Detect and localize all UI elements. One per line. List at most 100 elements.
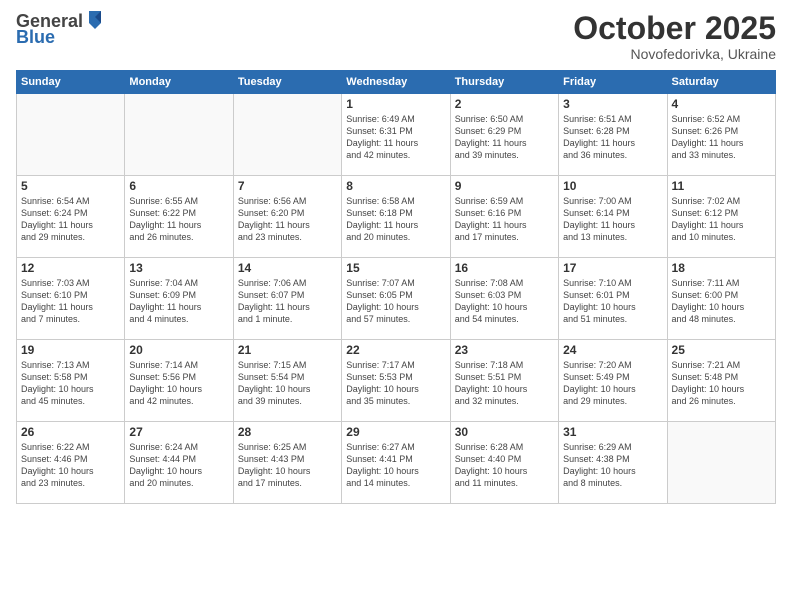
table-row: 12 Sunrise: 7:03 AM Sunset: 6:10 PM Dayli… [17,258,125,340]
day-detail: Sunrise: 6:52 AM Sunset: 6:26 PM Dayligh… [672,113,771,162]
day-detail: Sunrise: 7:06 AM Sunset: 6:07 PM Dayligh… [238,277,337,326]
month-title: October 2025 [573,12,776,44]
table-row: 11Sunrise: 7:02 AM Sunset: 6:12 PM Dayli… [667,176,775,258]
table-row: 31 Sunrise: 6:29 AM Sunset: 4:38 PM Dayli… [559,422,667,504]
header-wednesday: Wednesday [342,71,450,94]
day-number: 14 [238,261,337,275]
calendar-week-row: 12 Sunrise: 7:03 AM Sunset: 6:10 PM Dayli… [17,258,776,340]
table-row: 15 Sunrise: 7:07 AM Sunset: 6:05 PM Dayli… [342,258,450,340]
day-number: 23 [455,343,554,357]
header-tuesday: Tuesday [233,71,341,94]
table-row: 14 Sunrise: 7:06 AM Sunset: 6:07 PM Dayli… [233,258,341,340]
day-number: 24 [563,343,662,357]
table-row: 7 Sunrise: 6:56 AM Sunset: 6:20 PM Daylig… [233,176,341,258]
day-detail: Sunrise: 6:49 AM Sunset: 6:31 PM Dayligh… [346,113,445,162]
day-number: 7 [238,179,337,193]
day-number: 12 [21,261,120,275]
day-number: 18 [672,261,771,275]
day-number: 2 [455,97,554,111]
day-detail: Sunrise: 7:00 AM Sunset: 6:14 PM Dayligh… [563,195,662,244]
weekday-header-row: Sunday Monday Tuesday Wednesday Thursday… [17,71,776,94]
table-row: 25 Sunrise: 7:21 AM Sunset: 5:48 PM Dayli… [667,340,775,422]
table-row: 9 Sunrise: 6:59 AM Sunset: 6:16 PM Daylig… [450,176,558,258]
table-row: 24 Sunrise: 7:20 AM Sunset: 5:49 PM Dayli… [559,340,667,422]
header-saturday: Saturday [667,71,775,94]
day-number: 17 [563,261,662,275]
day-number: 29 [346,425,445,439]
table-row: 1 Sunrise: 6:49 AM Sunset: 6:31 PM Daylig… [342,94,450,176]
day-detail: Sunrise: 7:04 AM Sunset: 6:09 PM Dayligh… [129,277,228,326]
day-detail: Sunrise: 6:25 AM Sunset: 4:43 PM Dayligh… [238,441,337,490]
table-row: 18 Sunrise: 7:11 AM Sunset: 6:00 PM Dayli… [667,258,775,340]
day-number: 19 [21,343,120,357]
day-number: 30 [455,425,554,439]
logo: General Blue [16,12,103,48]
day-detail: Sunrise: 6:27 AM Sunset: 4:41 PM Dayligh… [346,441,445,490]
calendar-week-row: 26Sunrise: 6:22 AM Sunset: 4:46 PM Dayli… [17,422,776,504]
day-detail: Sunrise: 6:56 AM Sunset: 6:20 PM Dayligh… [238,195,337,244]
table-row: 21 Sunrise: 7:15 AM Sunset: 5:54 PM Dayli… [233,340,341,422]
page-container: General Blue October 2025 Novofedorivka,… [0,0,792,612]
day-detail: Sunrise: 7:21 AM Sunset: 5:48 PM Dayligh… [672,359,771,408]
title-section: October 2025 Novofedorivka, Ukraine [573,12,776,62]
calendar-table: Sunday Monday Tuesday Wednesday Thursday… [16,70,776,504]
day-detail: Sunrise: 7:02 AM Sunset: 6:12 PM Dayligh… [672,195,771,244]
day-number: 4 [672,97,771,111]
day-detail: Sunrise: 7:17 AM Sunset: 5:53 PM Dayligh… [346,359,445,408]
table-row: 27 Sunrise: 6:24 AM Sunset: 4:44 PM Dayli… [125,422,233,504]
day-number: 31 [563,425,662,439]
table-row: 23 Sunrise: 7:18 AM Sunset: 5:51 PM Dayli… [450,340,558,422]
day-number: 8 [346,179,445,193]
day-detail: Sunrise: 6:29 AM Sunset: 4:38 PM Dayligh… [563,441,662,490]
day-number: 16 [455,261,554,275]
day-detail: Sunrise: 7:11 AM Sunset: 6:00 PM Dayligh… [672,277,771,326]
day-number: 1 [346,97,445,111]
logo-blue: Blue [16,28,103,48]
table-row: 20Sunrise: 7:14 AM Sunset: 5:56 PM Dayli… [125,340,233,422]
day-number: 5 [21,179,120,193]
table-row: 17 Sunrise: 7:10 AM Sunset: 6:01 PM Dayli… [559,258,667,340]
day-detail: Sunrise: 6:51 AM Sunset: 6:28 PM Dayligh… [563,113,662,162]
day-detail: Sunrise: 7:03 AM Sunset: 6:10 PM Dayligh… [21,277,120,326]
day-number: 15 [346,261,445,275]
table-row [667,422,775,504]
header-monday: Monday [125,71,233,94]
day-detail: Sunrise: 6:50 AM Sunset: 6:29 PM Dayligh… [455,113,554,162]
day-number: 13 [129,261,228,275]
day-detail: Sunrise: 6:58 AM Sunset: 6:18 PM Dayligh… [346,195,445,244]
table-row: 13 Sunrise: 7:04 AM Sunset: 6:09 PM Dayli… [125,258,233,340]
day-number: 22 [346,343,445,357]
day-detail: Sunrise: 7:20 AM Sunset: 5:49 PM Dayligh… [563,359,662,408]
table-row: 29 Sunrise: 6:27 AM Sunset: 4:41 PM Dayli… [342,422,450,504]
logo-text: General Blue [16,12,103,48]
day-detail: Sunrise: 6:22 AM Sunset: 4:46 PM Dayligh… [21,441,120,490]
header-sunday: Sunday [17,71,125,94]
day-number: 9 [455,179,554,193]
day-detail: Sunrise: 6:28 AM Sunset: 4:40 PM Dayligh… [455,441,554,490]
day-detail: Sunrise: 7:15 AM Sunset: 5:54 PM Dayligh… [238,359,337,408]
table-row: 3Sunrise: 6:51 AM Sunset: 6:28 PM Daylig… [559,94,667,176]
table-row: 8 Sunrise: 6:58 AM Sunset: 6:18 PM Daylig… [342,176,450,258]
day-number: 21 [238,343,337,357]
day-detail: Sunrise: 6:59 AM Sunset: 6:16 PM Dayligh… [455,195,554,244]
day-detail: Sunrise: 7:13 AM Sunset: 5:58 PM Dayligh… [21,359,120,408]
table-row [17,94,125,176]
header: General Blue October 2025 Novofedorivka,… [16,12,776,62]
day-detail: Sunrise: 6:55 AM Sunset: 6:22 PM Dayligh… [129,195,228,244]
table-row [125,94,233,176]
day-detail: Sunrise: 7:07 AM Sunset: 6:05 PM Dayligh… [346,277,445,326]
day-number: 27 [129,425,228,439]
table-row: 6 Sunrise: 6:55 AM Sunset: 6:22 PM Daylig… [125,176,233,258]
day-number: 6 [129,179,228,193]
table-row: 30 Sunrise: 6:28 AM Sunset: 4:40 PM Dayli… [450,422,558,504]
day-number: 25 [672,343,771,357]
day-detail: Sunrise: 7:10 AM Sunset: 6:01 PM Dayligh… [563,277,662,326]
table-row: 22 Sunrise: 7:17 AM Sunset: 5:53 PM Dayli… [342,340,450,422]
day-number: 28 [238,425,337,439]
day-detail: Sunrise: 7:18 AM Sunset: 5:51 PM Dayligh… [455,359,554,408]
table-row [233,94,341,176]
table-row: 16Sunrise: 7:08 AM Sunset: 6:03 PM Dayli… [450,258,558,340]
day-detail: Sunrise: 7:14 AM Sunset: 5:56 PM Dayligh… [129,359,228,408]
header-friday: Friday [559,71,667,94]
day-detail: Sunrise: 6:24 AM Sunset: 4:44 PM Dayligh… [129,441,228,490]
